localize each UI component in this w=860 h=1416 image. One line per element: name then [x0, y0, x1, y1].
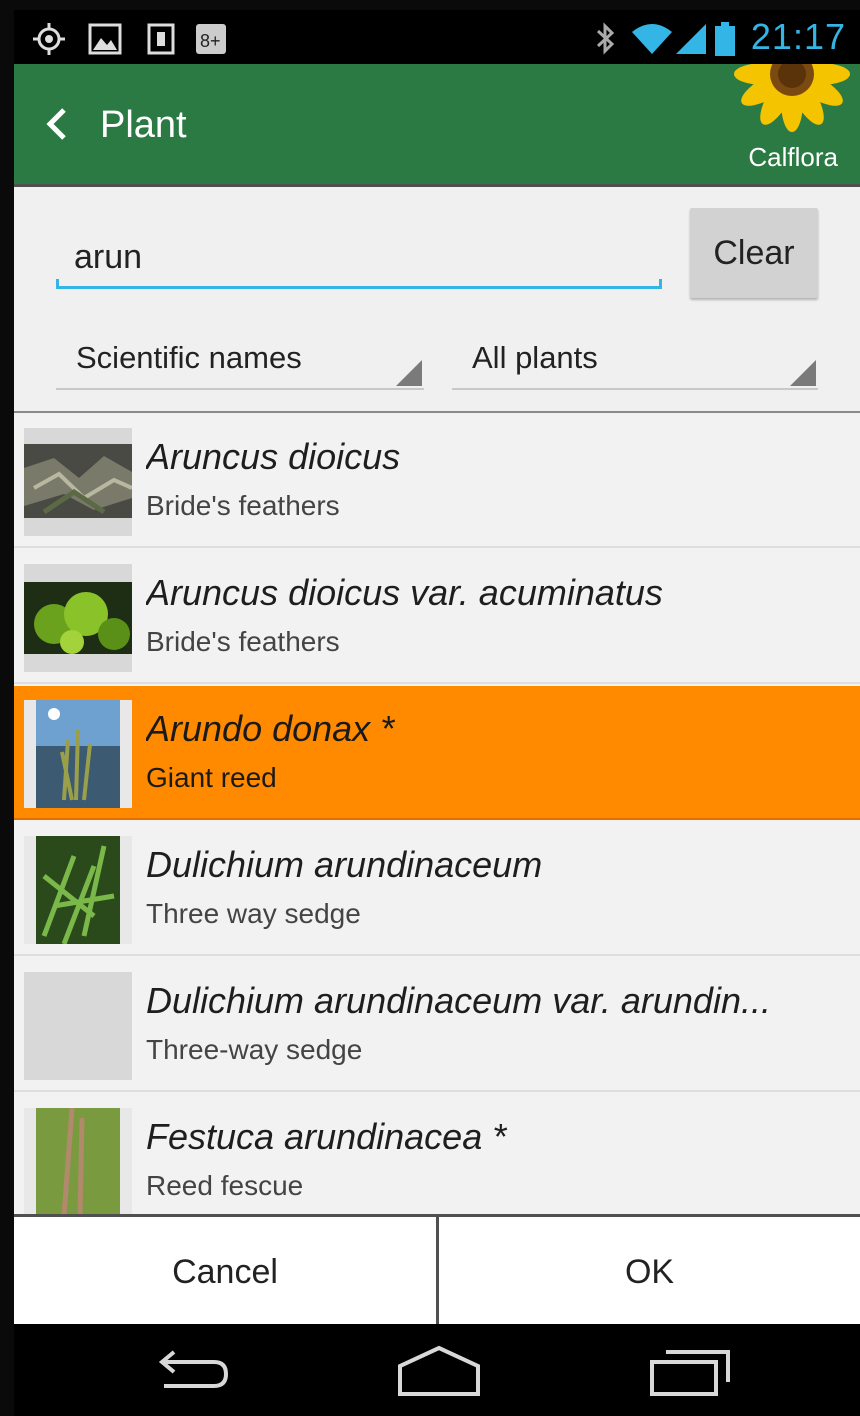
page-title[interactable]: Plant [100, 104, 187, 147]
common-name: Reed fescue [146, 1170, 304, 1201]
battery-icon [715, 22, 735, 56]
spinner-arrow-icon [396, 360, 422, 386]
list-item[interactable]: Aruncus dioicus var. acuminatus Bride's … [14, 550, 860, 684]
list-top-divider [14, 411, 860, 413]
plant-set-spinner[interactable]: All plants [452, 334, 818, 390]
device-frame: 8+ 21:17 Plant Calflora arun Clear Scien… [0, 0, 860, 1416]
status-time: 21:17 [750, 16, 846, 57]
sunflower-logo-icon [734, 64, 850, 132]
results-list[interactable]: Aruncus dioicus Bride's feathers Aruncus… [14, 414, 860, 1214]
scientific-name: Dulichium arundinaceum [146, 844, 543, 885]
scientific-name: Arundo donax * [146, 708, 395, 749]
bluetooth-icon [596, 22, 615, 55]
common-name: Three way sedge [146, 898, 361, 929]
common-name: Three-way sedge [146, 1034, 363, 1065]
common-name: Bride's feathers [146, 626, 340, 657]
plant-thumbnail [24, 836, 132, 944]
common-name: Bride's feathers [146, 490, 340, 521]
gps-icon [33, 23, 65, 55]
scientific-name: Dulichium arundinaceum var. arundin... [146, 980, 771, 1021]
action-bar: Plant Calflora [14, 64, 860, 184]
recent-apps-nav-icon[interactable] [646, 1344, 736, 1400]
svg-text:8+: 8+ [200, 31, 221, 51]
back-nav-icon[interactable] [144, 1344, 234, 1400]
plant-thumbnail [24, 564, 132, 672]
back-chevron-icon[interactable] [38, 104, 78, 144]
home-nav-icon[interactable] [394, 1344, 484, 1400]
scientific-name: Festuca arundinacea * [146, 1116, 507, 1157]
sd-card-icon [147, 23, 175, 55]
google-plus-icon: 8+ [196, 24, 226, 54]
wifi-icon [632, 24, 672, 54]
navigation-bar [14, 1324, 860, 1416]
common-name: Giant reed [146, 762, 277, 793]
plant-thumbnail [24, 1108, 132, 1214]
screen: 8+ 21:17 Plant Calflora arun Clear Scien… [14, 10, 860, 1416]
scientific-name: Aruncus dioicus var. acuminatus [146, 572, 663, 613]
plant-thumbnail-placeholder [24, 972, 132, 1080]
name-type-spinner-label: Scientific names [76, 340, 302, 375]
list-item[interactable]: Dulichium arundinaceum var. arundin... T… [14, 958, 860, 1092]
plant-thumbnail [24, 700, 132, 808]
list-item-selected[interactable]: Arundo donax * Giant reed [14, 686, 860, 820]
plant-set-spinner-label: All plants [472, 340, 598, 375]
clear-button[interactable]: Clear [690, 208, 818, 298]
ok-button[interactable]: OK [439, 1217, 860, 1327]
plant-thumbnail [24, 428, 132, 536]
cancel-button[interactable]: Cancel [14, 1217, 436, 1327]
search-input[interactable] [56, 228, 662, 286]
scientific-name: Aruncus dioicus [146, 436, 401, 477]
list-item[interactable]: Dulichium arundinaceum Three way sedge [14, 822, 860, 956]
image-icon [88, 23, 122, 55]
dialog-button-bar: Cancel OK [14, 1214, 860, 1327]
action-bar-divider [14, 184, 860, 187]
list-item[interactable]: Aruncus dioicus Bride's feathers [14, 414, 860, 548]
status-bar: 8+ 21:17 [14, 10, 860, 64]
list-item[interactable]: Festuca arundinacea * Reed fescue [14, 1094, 860, 1214]
calflora-logo-text: Calflora [748, 142, 838, 172]
search-underline [56, 279, 662, 289]
spinner-arrow-icon [790, 360, 816, 386]
signal-icon [676, 24, 706, 54]
name-type-spinner[interactable]: Scientific names [56, 334, 424, 390]
